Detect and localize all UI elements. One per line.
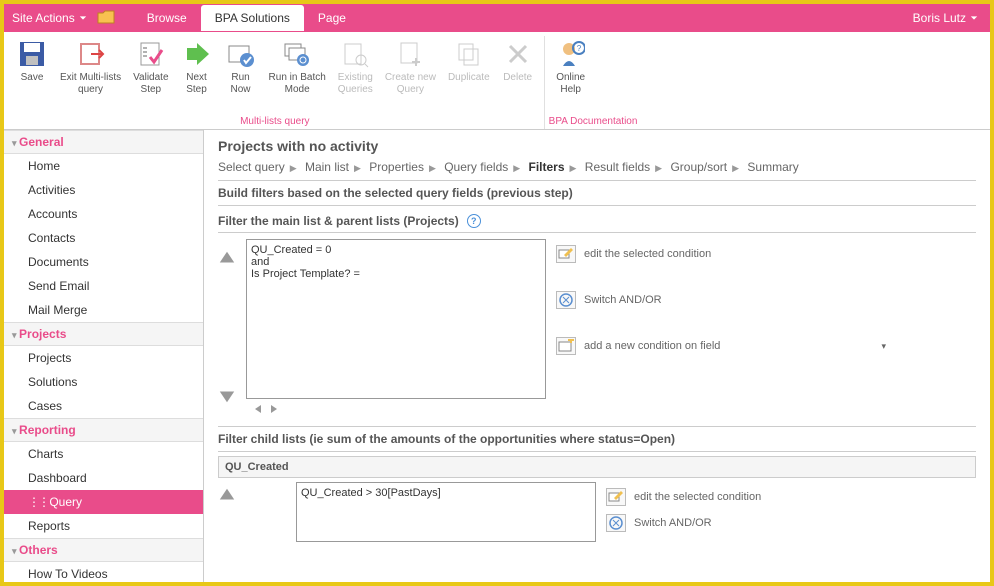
site-actions-label: Site Actions bbox=[12, 11, 75, 25]
build-filters-heading: Build filters based on the selected quer… bbox=[218, 180, 976, 206]
breadcrumb-step[interactable]: Select query bbox=[218, 160, 285, 174]
breadcrumb-step[interactable]: Summary bbox=[747, 160, 798, 174]
save-button[interactable]: Save bbox=[10, 36, 54, 114]
chevron-right-icon: ▶ bbox=[655, 163, 662, 173]
breadcrumb-step[interactable]: Properties bbox=[369, 160, 424, 174]
chevron-right-icon: ▶ bbox=[429, 163, 436, 173]
sidebar-item-activities[interactable]: Activities bbox=[4, 178, 203, 202]
run-icon bbox=[225, 38, 257, 70]
sidebar-section-projects[interactable]: Projects bbox=[4, 322, 203, 346]
sidebar-item-projects[interactable]: Projects bbox=[4, 346, 203, 370]
breadcrumb-step[interactable]: Group/sort bbox=[670, 160, 727, 174]
edit-condition-button[interactable]: edit the selected condition bbox=[606, 488, 761, 506]
existing-queries-button[interactable]: Existing Queries bbox=[332, 36, 379, 114]
site-actions-menu[interactable]: Site Actions bbox=[12, 11, 87, 25]
validate-step-button[interactable]: Validate Step bbox=[127, 36, 174, 114]
edit-condition-button[interactable]: edit the selected condition bbox=[556, 245, 886, 263]
create-query-icon bbox=[394, 38, 426, 70]
delete-icon bbox=[502, 38, 534, 70]
chevron-down-icon bbox=[79, 14, 87, 22]
sidebar-section-general[interactable]: General bbox=[4, 130, 203, 154]
sidebar-item-cases[interactable]: Cases bbox=[4, 394, 203, 418]
indent-button[interactable] bbox=[268, 403, 280, 418]
sidebar-item-solutions[interactable]: Solutions bbox=[4, 370, 203, 394]
user-name: Boris Lutz bbox=[913, 11, 966, 25]
switch-icon bbox=[556, 291, 576, 309]
sidebar-section-reporting[interactable]: Reporting bbox=[4, 418, 203, 442]
breadcrumb-step-active[interactable]: Filters bbox=[529, 160, 565, 174]
filter-child-heading: Filter child lists (ie sum of the amount… bbox=[218, 426, 976, 452]
sidebar-item-reports[interactable]: Reports bbox=[4, 514, 203, 538]
run-now-button[interactable]: Run Now bbox=[219, 36, 263, 114]
next-step-button[interactable]: Next Step bbox=[175, 36, 219, 114]
child-field-label: QU_Created bbox=[218, 456, 976, 478]
sidebar-item-how-to-videos[interactable]: How To Videos bbox=[4, 562, 203, 582]
duplicate-button[interactable]: Duplicate bbox=[442, 36, 496, 114]
add-icon bbox=[556, 337, 576, 355]
filter-main-heading: Filter the main list & parent lists (Pro… bbox=[218, 214, 459, 228]
help-icon[interactable]: ? bbox=[467, 214, 481, 228]
duplicate-icon bbox=[453, 38, 485, 70]
chevron-right-icon: ▶ bbox=[354, 163, 361, 173]
sidebar-item-send-email[interactable]: Send Email bbox=[4, 274, 203, 298]
delete-button[interactable]: Delete bbox=[496, 36, 540, 114]
switch-and-or-button[interactable]: Switch AND/OR bbox=[606, 514, 761, 532]
page-title: Projects with no activity bbox=[218, 138, 976, 154]
sidebar-item-documents[interactable]: Documents bbox=[4, 250, 203, 274]
exit-icon bbox=[75, 38, 107, 70]
content-area: Projects with no activity Select query ▶ … bbox=[204, 130, 990, 582]
outdent-button[interactable] bbox=[252, 403, 264, 418]
breadcrumb: Select query ▶ Main list ▶ Properties ▶ Que… bbox=[218, 160, 976, 174]
create-query-button[interactable]: Create new Query bbox=[379, 36, 442, 114]
navigate-up-icon[interactable] bbox=[97, 10, 115, 27]
sidebar-item-accounts[interactable]: Accounts bbox=[4, 202, 203, 226]
chevron-right-icon: ▶ bbox=[513, 163, 520, 173]
run-batch-button[interactable]: Run in Batch Mode bbox=[263, 36, 332, 114]
sidebar-item-home[interactable]: Home bbox=[4, 154, 203, 178]
breadcrumb-step[interactable]: Main list bbox=[305, 160, 349, 174]
batch-icon bbox=[281, 38, 313, 70]
move-up-button[interactable] bbox=[218, 486, 236, 507]
tab-bpa-solutions[interactable]: BPA Solutions bbox=[201, 5, 304, 31]
user-menu[interactable]: Boris Lutz bbox=[913, 11, 978, 25]
ribbon-group-label: BPA Documentation bbox=[549, 114, 638, 129]
sidebar-item-mail-merge[interactable]: Mail Merge bbox=[4, 298, 203, 322]
ribbon-group-label: Multi-lists query bbox=[10, 114, 540, 129]
child-filter-textarea[interactable] bbox=[296, 482, 596, 542]
existing-queries-icon bbox=[339, 38, 371, 70]
breadcrumb-step[interactable]: Result fields bbox=[585, 160, 650, 174]
switch-and-or-button[interactable]: Switch AND/OR bbox=[556, 291, 886, 309]
chevron-right-icon: ▶ bbox=[570, 163, 577, 173]
move-up-button[interactable] bbox=[218, 249, 236, 270]
tab-page[interactable]: Page bbox=[304, 5, 360, 31]
add-condition-dropdown[interactable]: add a new condition on field bbox=[556, 337, 886, 355]
chevron-right-icon: ▶ bbox=[290, 163, 297, 173]
edit-icon bbox=[606, 488, 626, 506]
switch-icon bbox=[606, 514, 626, 532]
sidebar-item-charts[interactable]: Charts bbox=[4, 442, 203, 466]
help-icon: ? bbox=[555, 38, 587, 70]
exit-button[interactable]: Exit Multi-lists query bbox=[54, 36, 127, 114]
tab-browse[interactable]: Browse bbox=[133, 5, 201, 31]
chevron-right-icon: ▶ bbox=[732, 163, 739, 173]
svg-text:?: ? bbox=[576, 44, 581, 53]
move-down-button[interactable] bbox=[218, 387, 236, 408]
validate-icon bbox=[135, 38, 167, 70]
save-icon bbox=[16, 38, 48, 70]
sidebar-section-others[interactable]: Others bbox=[4, 538, 203, 562]
sidebar-item-dashboard[interactable]: Dashboard bbox=[4, 466, 203, 490]
breadcrumb-step[interactable]: Query fields bbox=[444, 160, 508, 174]
sidebar-item-contacts[interactable]: Contacts bbox=[4, 226, 203, 250]
sidebar-item-query[interactable]: Query bbox=[4, 490, 203, 514]
sidebar: General Home Activities Accounts Contact… bbox=[4, 130, 204, 582]
next-icon bbox=[181, 38, 213, 70]
edit-icon bbox=[556, 245, 576, 263]
chevron-down-icon bbox=[970, 14, 978, 22]
online-help-button[interactable]: ? Online Help bbox=[549, 36, 593, 114]
main-filter-textarea[interactable] bbox=[246, 239, 546, 399]
